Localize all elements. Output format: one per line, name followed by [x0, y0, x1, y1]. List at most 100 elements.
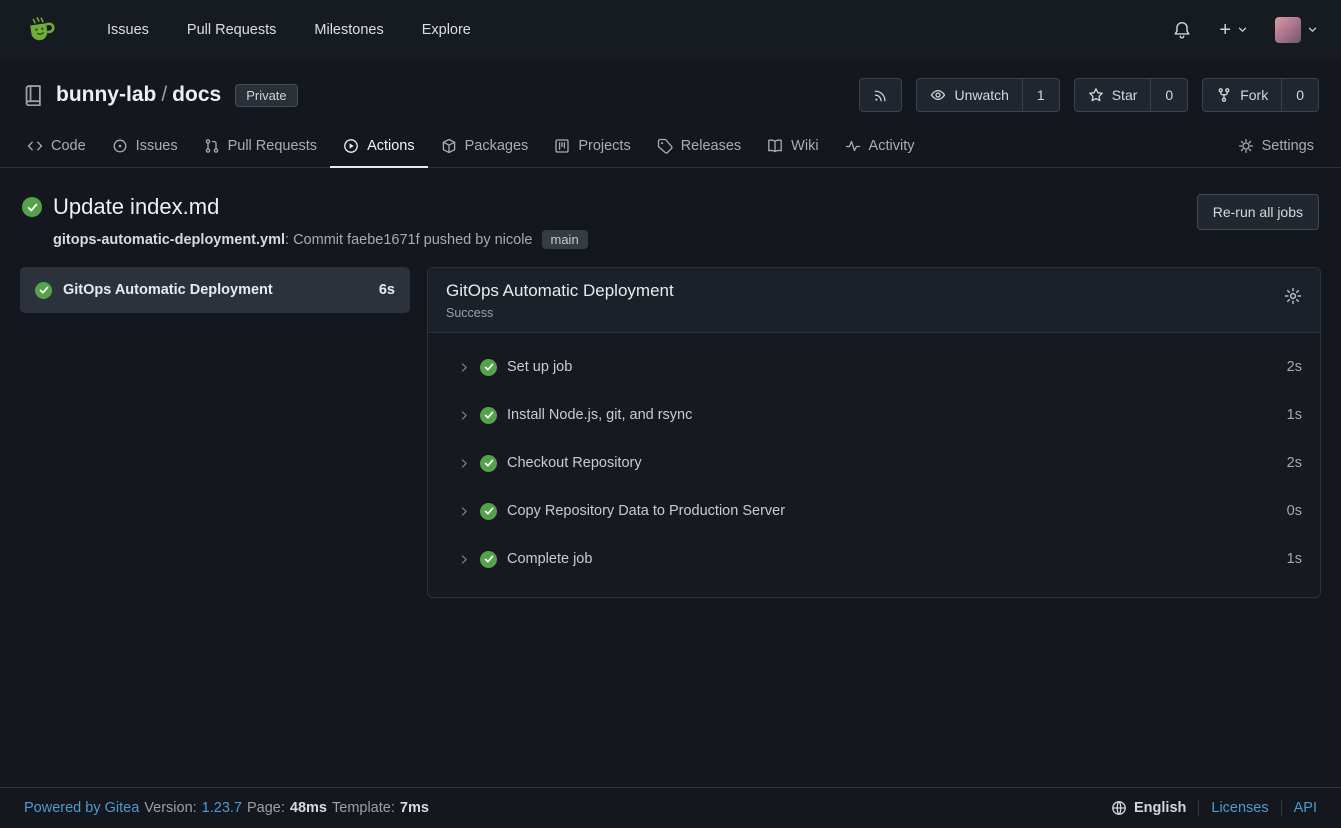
language-selector[interactable]: English	[1111, 800, 1198, 816]
step-name[interactable]: Install Node.js, git, and rsync	[507, 407, 692, 423]
chevron-down-icon	[1308, 27, 1317, 33]
run-subtitle: gitops-automatic-deployment.yml: Commit …	[53, 230, 588, 249]
tab-label: Packages	[465, 138, 529, 154]
repository-icon	[22, 84, 44, 106]
star-label: Star	[1112, 87, 1138, 103]
nav-item-explore[interactable]: Explore	[403, 22, 490, 38]
gitea-app: Issues Pull Requests Milestones Explore …	[0, 0, 1341, 828]
pulse-icon	[845, 138, 861, 154]
template-label: Template:	[332, 800, 395, 816]
unwatch-button[interactable]: Unwatch	[917, 79, 1021, 111]
star-icon	[1088, 87, 1104, 103]
tab-settings[interactable]: Settings	[1225, 126, 1327, 168]
workflow-file-link[interactable]: gitops-automatic-deployment.yml	[53, 232, 285, 248]
job-detail-panel: GitOps Automatic Deployment Success	[427, 267, 1321, 598]
repo-path-separator: /	[156, 83, 172, 106]
step-success-check-icon	[480, 503, 497, 520]
step-list: Set up job 2s Install Node.js, git, and …	[428, 333, 1320, 597]
chevron-right-icon[interactable]	[458, 361, 471, 374]
chevron-right-icon[interactable]	[458, 457, 471, 470]
tab-pull-requests[interactable]: Pull Requests	[191, 126, 330, 168]
star-button[interactable]: Star	[1075, 79, 1151, 111]
plus-icon: +	[1219, 20, 1231, 40]
language-label: English	[1134, 800, 1186, 816]
chevron-right-icon[interactable]	[458, 409, 471, 422]
fork-icon	[1216, 87, 1232, 103]
branch-badge[interactable]: main	[542, 230, 588, 249]
job-panel-titles: GitOps Automatic Deployment Success	[446, 281, 674, 320]
job-list: GitOps Automatic Deployment 6s	[20, 267, 410, 313]
watchers-count[interactable]: 1	[1022, 79, 1059, 111]
fork-label: Fork	[1240, 87, 1268, 103]
stars-count[interactable]: 0	[1150, 79, 1187, 111]
tab-issues[interactable]: Issues	[99, 126, 191, 168]
job-options-button[interactable]	[1284, 281, 1302, 305]
step-row: Set up job 2s	[428, 343, 1320, 391]
rss-button-group	[859, 78, 902, 112]
step-success-check-icon	[480, 551, 497, 568]
chevron-right-icon[interactable]	[458, 553, 471, 566]
job-name: GitOps Automatic Deployment	[63, 282, 273, 298]
step-success-check-icon	[480, 455, 497, 472]
top-navbar: Issues Pull Requests Milestones Explore …	[0, 0, 1341, 60]
forks-count[interactable]: 0	[1281, 79, 1318, 111]
book-icon	[767, 138, 783, 154]
repo-owner-link[interactable]: bunny-lab	[56, 83, 156, 106]
api-link[interactable]: API	[1282, 800, 1317, 816]
tab-label: Code	[51, 138, 86, 154]
notifications-button[interactable]	[1173, 21, 1191, 39]
repo-title: bunny-lab/docs	[56, 83, 221, 107]
job-panel-title: GitOps Automatic Deployment	[446, 281, 674, 301]
gear-icon	[1284, 287, 1302, 305]
run-title: Update index.md	[53, 194, 219, 220]
play-circle-icon	[343, 138, 359, 154]
globe-icon	[1111, 800, 1127, 816]
gitea-logo[interactable]	[24, 13, 58, 47]
job-status: Success	[446, 306, 674, 320]
unwatch-label: Unwatch	[954, 87, 1008, 103]
version-link[interactable]: 1.23.7	[202, 800, 242, 816]
tab-actions[interactable]: Actions	[330, 126, 428, 168]
rss-button[interactable]	[860, 79, 901, 111]
step-name[interactable]: Set up job	[507, 359, 572, 375]
nav-item-pull-requests[interactable]: Pull Requests	[168, 22, 295, 38]
licenses-link[interactable]: Licenses	[1199, 800, 1280, 816]
repo-name-link[interactable]: docs	[172, 83, 221, 106]
run-body: GitOps Automatic Deployment 6s GitOps Au…	[20, 267, 1321, 598]
bell-icon	[1173, 21, 1191, 39]
step-name[interactable]: Copy Repository Data to Production Serve…	[507, 503, 785, 519]
tab-activity[interactable]: Activity	[832, 126, 928, 168]
tab-projects[interactable]: Projects	[541, 126, 643, 168]
powered-by-gitea-link[interactable]: Powered by Gitea	[24, 800, 139, 816]
create-new-menu[interactable]: +	[1219, 20, 1247, 40]
tab-wiki[interactable]: Wiki	[754, 126, 831, 168]
nav-item-issues[interactable]: Issues	[88, 22, 168, 38]
step-name[interactable]: Complete job	[507, 551, 592, 567]
tab-code[interactable]: Code	[14, 126, 99, 168]
step-row: Complete job 1s	[428, 535, 1320, 583]
rerun-all-jobs-button[interactable]: Re-run all jobs	[1197, 194, 1319, 230]
job-list-item[interactable]: GitOps Automatic Deployment 6s	[20, 267, 410, 313]
step-duration: 1s	[1287, 407, 1302, 423]
code-icon	[27, 138, 43, 154]
tab-releases[interactable]: Releases	[644, 126, 754, 168]
step-row: Install Node.js, git, and rsync 1s	[428, 391, 1320, 439]
tab-packages[interactable]: Packages	[428, 126, 542, 168]
page-label: Page:	[247, 800, 285, 816]
navbar-right: +	[1173, 17, 1317, 43]
tag-icon	[657, 138, 673, 154]
version-label: Version:	[144, 800, 196, 816]
repo-tabs: Code Issues Pull Requests Actions	[0, 126, 1341, 168]
user-menu[interactable]	[1275, 17, 1317, 43]
tab-label: Issues	[136, 138, 178, 154]
template-time: 7ms	[400, 800, 429, 816]
commit-text: : Commit faebe1671f pushed by nicole	[285, 232, 532, 248]
step-name[interactable]: Checkout Repository	[507, 455, 642, 471]
step-duration: 1s	[1287, 551, 1302, 567]
chevron-right-icon[interactable]	[458, 505, 471, 518]
fork-button[interactable]: Fork	[1203, 79, 1281, 111]
step-success-check-icon	[480, 407, 497, 424]
tab-label: Activity	[869, 138, 915, 154]
rss-icon	[873, 88, 888, 103]
nav-item-milestones[interactable]: Milestones	[295, 22, 402, 38]
